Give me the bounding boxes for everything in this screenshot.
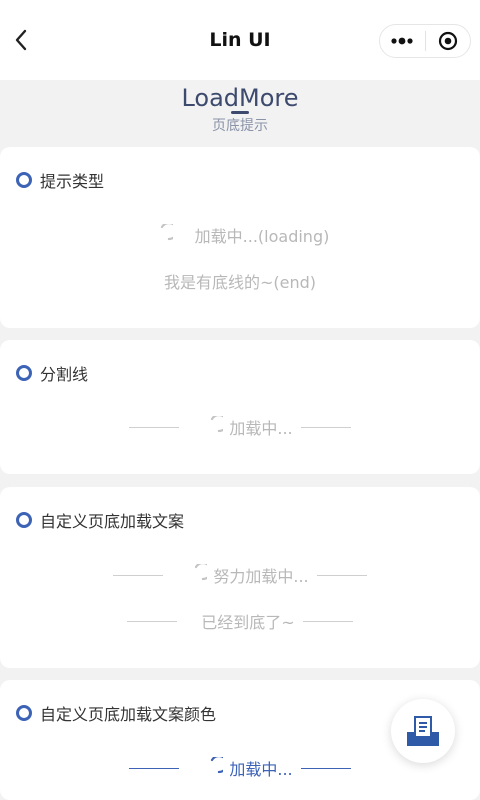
end-indicator: 我是有底线的~(end) xyxy=(0,268,480,294)
document-tray-icon xyxy=(407,716,439,746)
loading-text: 加载中...(loading) xyxy=(194,227,330,246)
loading-text: 加载中... xyxy=(229,419,293,438)
target-icon xyxy=(438,31,457,51)
capsule-menu xyxy=(379,24,471,58)
loading-indicator: 努力加载中... xyxy=(0,562,480,588)
divider-line-right xyxy=(300,767,351,769)
section-title: 提示类型 xyxy=(40,172,105,191)
section-card-custom-text: 自定义页底加载文案 努力加载中... 已经到底了~ xyxy=(0,487,480,668)
loading-text: 努力加载中... xyxy=(213,567,309,586)
close-miniprogram-button[interactable] xyxy=(426,25,471,57)
spinner-icon xyxy=(211,416,224,433)
end-text: 我是有底线的~(end) xyxy=(163,273,317,292)
more-button[interactable] xyxy=(380,25,425,57)
divider-line-left xyxy=(129,767,180,769)
more-dots-icon xyxy=(391,37,413,45)
back-button[interactable] xyxy=(10,28,32,52)
section-card-types: 提示类型 加载中...(loading) 我是有底线的~(end) xyxy=(0,147,480,328)
loading-text: 加载中... xyxy=(229,760,293,779)
section-card-divider: 分割线 加载中... xyxy=(0,340,480,474)
section-title-row: 自定义页底加载文案 xyxy=(16,509,184,531)
divider-line-left xyxy=(129,426,180,428)
page-header: LoadMore 页底提示 xyxy=(0,80,480,146)
loading-indicator: 加载中...(loading) xyxy=(0,222,480,248)
spinner-icon xyxy=(195,564,208,581)
section-title: 自定义页底加载文案颜色 xyxy=(40,705,217,724)
section-title-row: 提示类型 xyxy=(16,169,104,191)
navigation-bar: Lin UI xyxy=(0,0,480,80)
spinner-icon xyxy=(160,224,173,241)
end-indicator: 已经到底了~ xyxy=(0,608,480,634)
ring-icon xyxy=(16,705,32,721)
divider-line-right xyxy=(300,426,351,428)
divider-line-left xyxy=(113,574,164,576)
floating-action-button[interactable] xyxy=(391,699,455,763)
page-subtitle: 页底提示 xyxy=(212,118,268,134)
title-underline xyxy=(231,111,249,114)
ring-icon xyxy=(16,512,32,528)
section-title: 分割线 xyxy=(40,365,89,384)
divider-line-right xyxy=(316,574,367,576)
section-title: 自定义页底加载文案 xyxy=(40,512,185,531)
page-title: LoadMore xyxy=(181,84,299,112)
loading-indicator: 加载中... xyxy=(0,414,480,440)
spinner-icon xyxy=(211,757,224,774)
chevron-left-icon xyxy=(15,29,27,51)
divider-line-right xyxy=(302,620,353,622)
end-text: 已经到底了~ xyxy=(201,613,295,632)
section-title-row: 自定义页底加载文案颜色 xyxy=(16,702,216,724)
divider-line-left xyxy=(127,620,178,622)
ring-icon xyxy=(16,172,32,188)
ring-icon xyxy=(16,365,32,381)
section-title-row: 分割线 xyxy=(16,362,88,384)
